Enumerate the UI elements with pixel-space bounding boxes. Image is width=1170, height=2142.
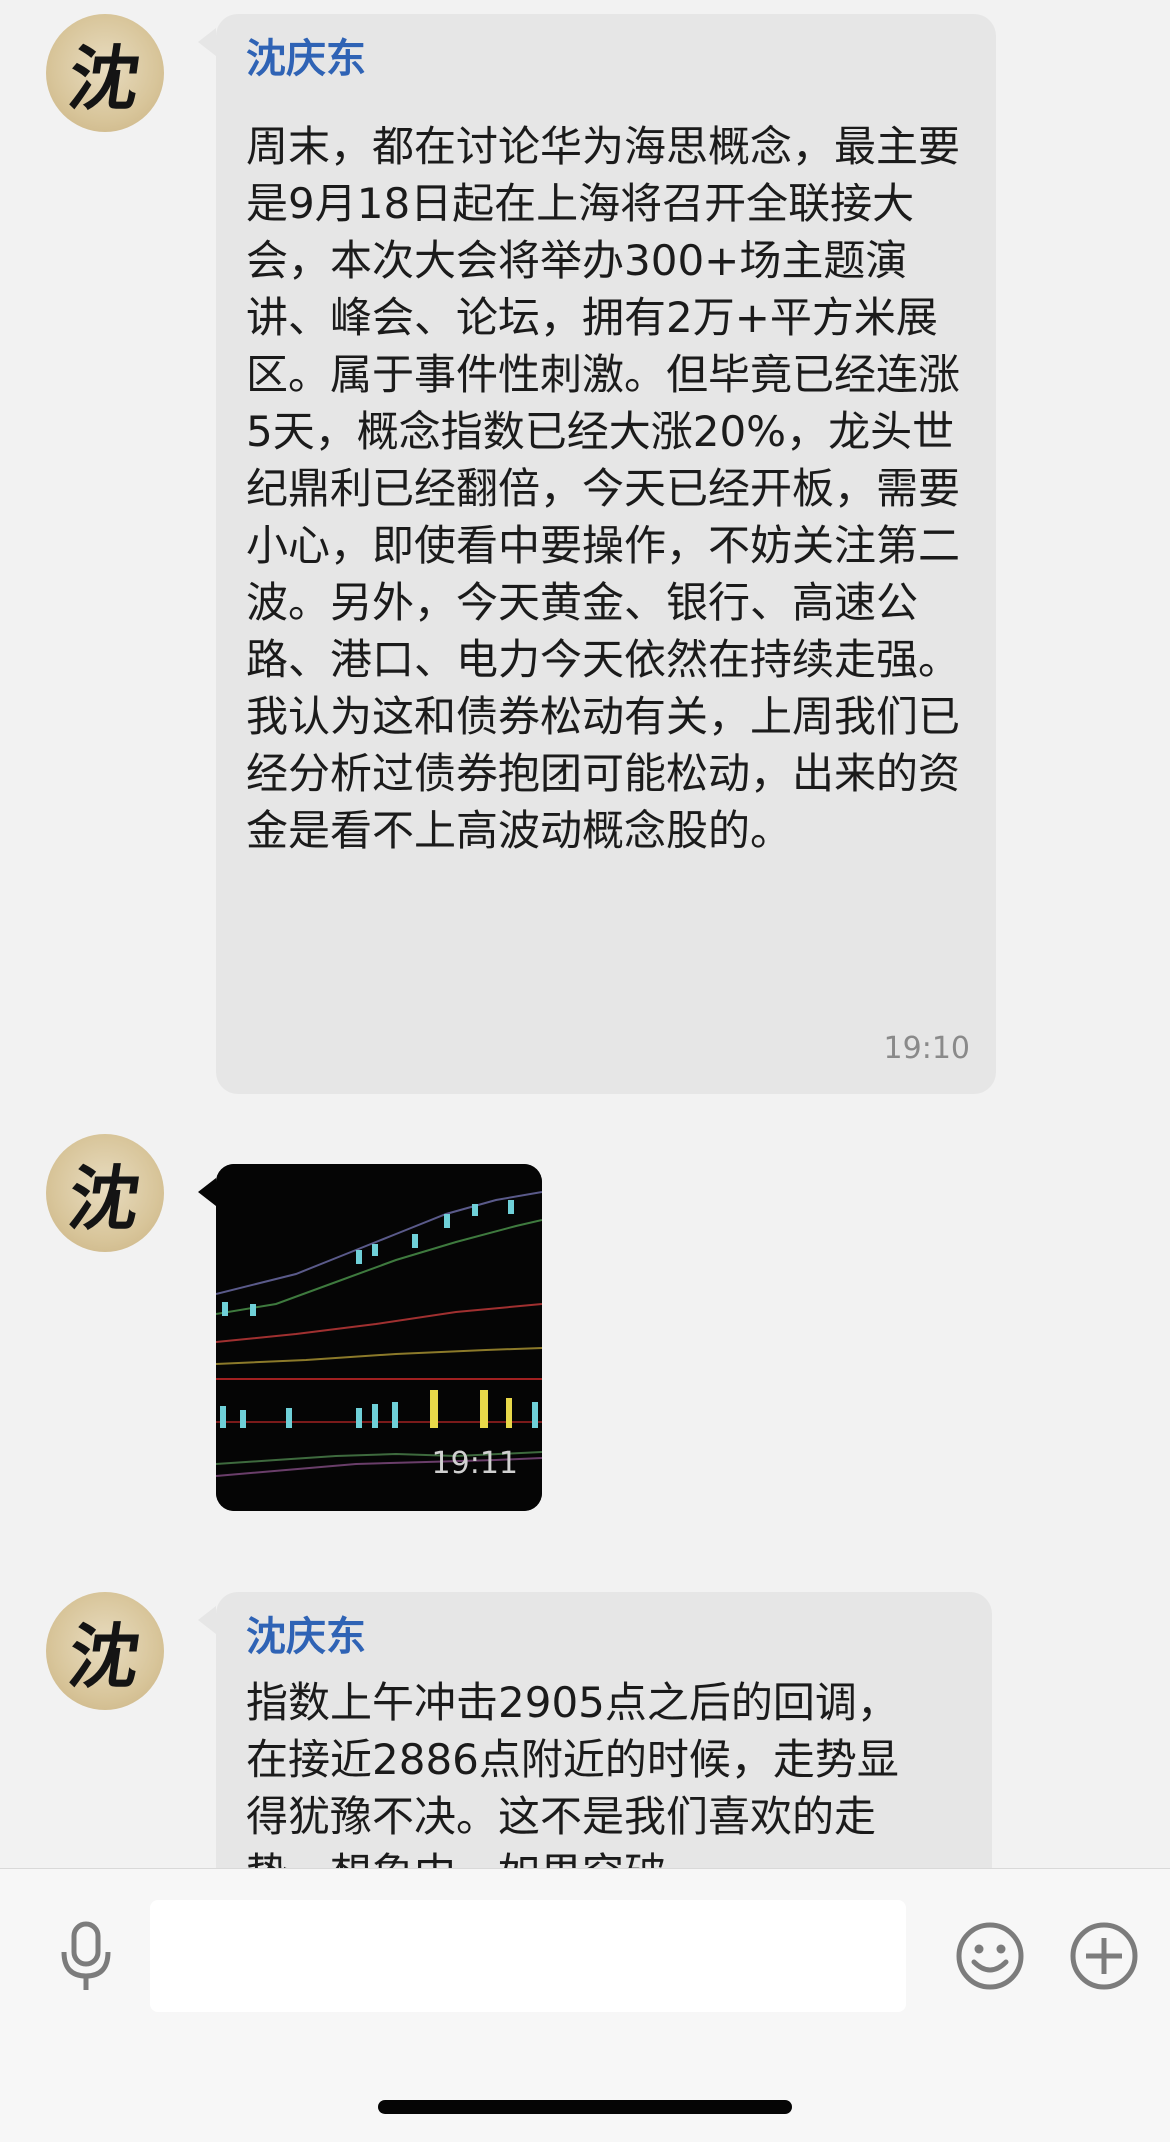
avatar[interactable]: 沈 bbox=[46, 14, 164, 132]
avatar[interactable]: 沈 bbox=[46, 1592, 164, 1710]
divider bbox=[0, 1868, 1170, 1869]
sender-name[interactable]: 沈庆东 bbox=[246, 26, 366, 84]
chat-message-list[interactable]: 沈 沈庆东 周末，都在讨论华为海思概念，最主要是9月18日起在上海将召开全联接大… bbox=[0, 0, 1170, 1868]
message-input[interactable] bbox=[150, 1900, 906, 2012]
avatar-initial: 沈 bbox=[63, 1614, 146, 1698]
message-timestamp: 19:10 bbox=[883, 1031, 970, 1066]
message-text: 周末，都在讨论华为海思概念，最主要是9月18日起在上海将召开全联接大会，本次大会… bbox=[246, 122, 961, 855]
bubble-tail bbox=[198, 28, 216, 56]
image-message[interactable]: 19:11 bbox=[216, 1164, 542, 1511]
plus-icon[interactable] bbox=[1066, 1918, 1142, 1994]
avatar[interactable]: 沈 bbox=[46, 1134, 164, 1252]
bubble-tail bbox=[198, 1178, 216, 1206]
message-text: 指数上午冲击2905点之后的回调，在接近2886点附近的时候，走势显得犹豫不决。… bbox=[246, 1678, 899, 1868]
avatar-initial: 沈 bbox=[63, 36, 146, 120]
message-timestamp: 19:11 bbox=[431, 1446, 518, 1481]
avatar-initial: 沈 bbox=[63, 1156, 146, 1240]
sender-name[interactable]: 沈庆东 bbox=[246, 1604, 366, 1662]
emoji-icon[interactable] bbox=[952, 1918, 1028, 1994]
message-bubble[interactable]: 沈庆东 指数上午冲击2905点之后的回调，在接近2886点附近的时候，走势显得犹… bbox=[216, 1592, 992, 1868]
home-indicator[interactable] bbox=[378, 2100, 792, 2114]
message-bubble[interactable]: 沈庆东 周末，都在讨论华为海思概念，最主要是9月18日起在上海将召开全联接大会，… bbox=[216, 14, 996, 1094]
microphone-icon[interactable] bbox=[48, 1918, 124, 1994]
bubble-tail bbox=[198, 1606, 216, 1634]
